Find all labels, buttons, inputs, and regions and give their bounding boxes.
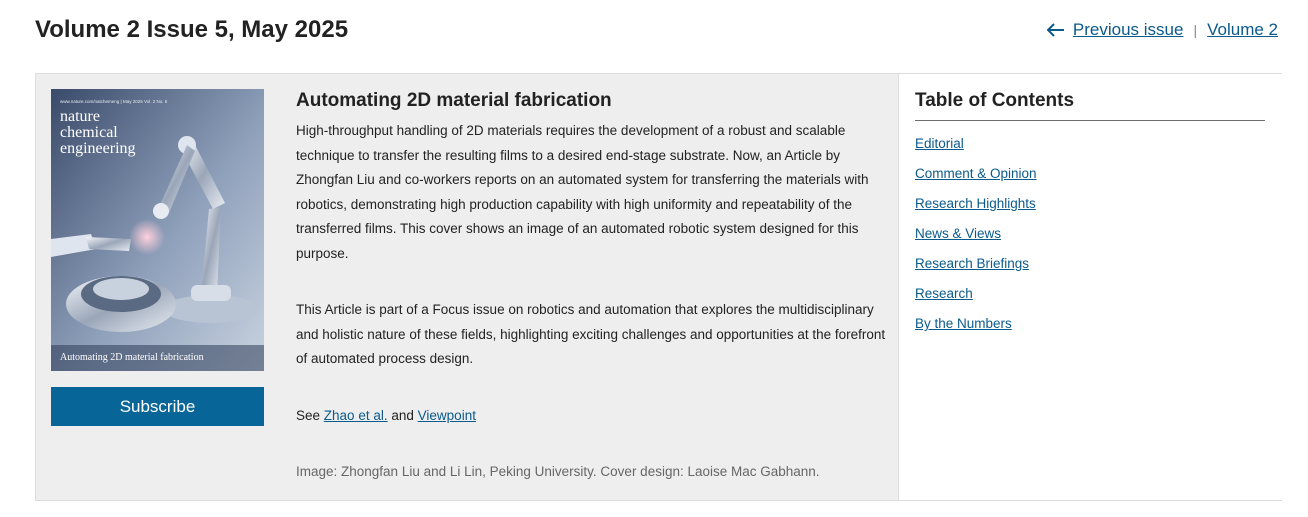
cover-url: www.nature.com/natchemeng | May 2025 Vol… bbox=[60, 99, 168, 104]
toc-item: By the Numbers bbox=[915, 314, 1037, 344]
article-title: Automating 2D material fabrication bbox=[296, 90, 612, 111]
toc-item: News & Views bbox=[915, 224, 1037, 254]
focus-issue-description: This Article is part of a Focus issue on… bbox=[296, 302, 886, 366]
cover-story: Automating 2D material fabrication High-… bbox=[296, 88, 886, 485]
toc-link-news-views[interactable]: News & Views bbox=[915, 226, 1001, 241]
image-credit: Image: Zhongfan Liu and Li Lin, Peking U… bbox=[296, 464, 820, 479]
toc-item: Research Highlights bbox=[915, 194, 1037, 224]
toc-item: Comment & Opinion bbox=[915, 164, 1037, 194]
viewpoint-link[interactable]: Viewpoint bbox=[418, 408, 476, 423]
toc-list: Editorial Comment & Opinion Research Hig… bbox=[915, 134, 1037, 344]
see-and: and bbox=[391, 407, 414, 423]
zhao-et-al-link[interactable]: Zhao et al. bbox=[324, 408, 388, 423]
previous-issue-link[interactable]: Previous issue bbox=[1073, 20, 1184, 40]
cover-journal-line1: nature bbox=[60, 108, 100, 125]
see-prefix: See bbox=[296, 407, 321, 423]
arrow-left-icon bbox=[1046, 23, 1064, 37]
see-also: See Zhao et al. and Viewpoint bbox=[296, 404, 886, 429]
toc-link-by-the-numbers[interactable]: By the Numbers bbox=[915, 316, 1012, 331]
toc-link-research-briefings[interactable]: Research Briefings bbox=[915, 256, 1029, 271]
subscribe-button[interactable]: Subscribe bbox=[51, 387, 264, 426]
nav-separator: | bbox=[1193, 22, 1198, 38]
toc-link-comment-opinion[interactable]: Comment & Opinion bbox=[915, 166, 1037, 181]
toc-link-research[interactable]: Research bbox=[915, 286, 973, 301]
toc-link-research-highlights[interactable]: Research Highlights bbox=[915, 196, 1036, 211]
cover-journal-line2: chemical bbox=[60, 124, 118, 141]
toc-item: Research bbox=[915, 284, 1037, 314]
toc-link-editorial[interactable]: Editorial bbox=[915, 136, 964, 151]
volume-link[interactable]: Volume 2 bbox=[1207, 20, 1278, 40]
cover-journal-line3: engineering bbox=[60, 140, 136, 157]
article-description: High-throughput handling of 2D materials… bbox=[296, 123, 869, 261]
issue-title: Volume 2 Issue 5, May 2025 bbox=[35, 16, 349, 43]
cover-image[interactable]: www.nature.com/natchemeng | May 2025 Vol… bbox=[51, 89, 264, 371]
toc-item: Research Briefings bbox=[915, 254, 1037, 284]
toc-title: Table of Contents bbox=[915, 90, 1075, 111]
issue-navigation: Previous issue | Volume 2 bbox=[1046, 20, 1278, 40]
toc-divider bbox=[915, 120, 1265, 121]
cover-caption: Automating 2D material fabrication bbox=[60, 352, 204, 363]
toc-item: Editorial bbox=[915, 134, 1037, 164]
